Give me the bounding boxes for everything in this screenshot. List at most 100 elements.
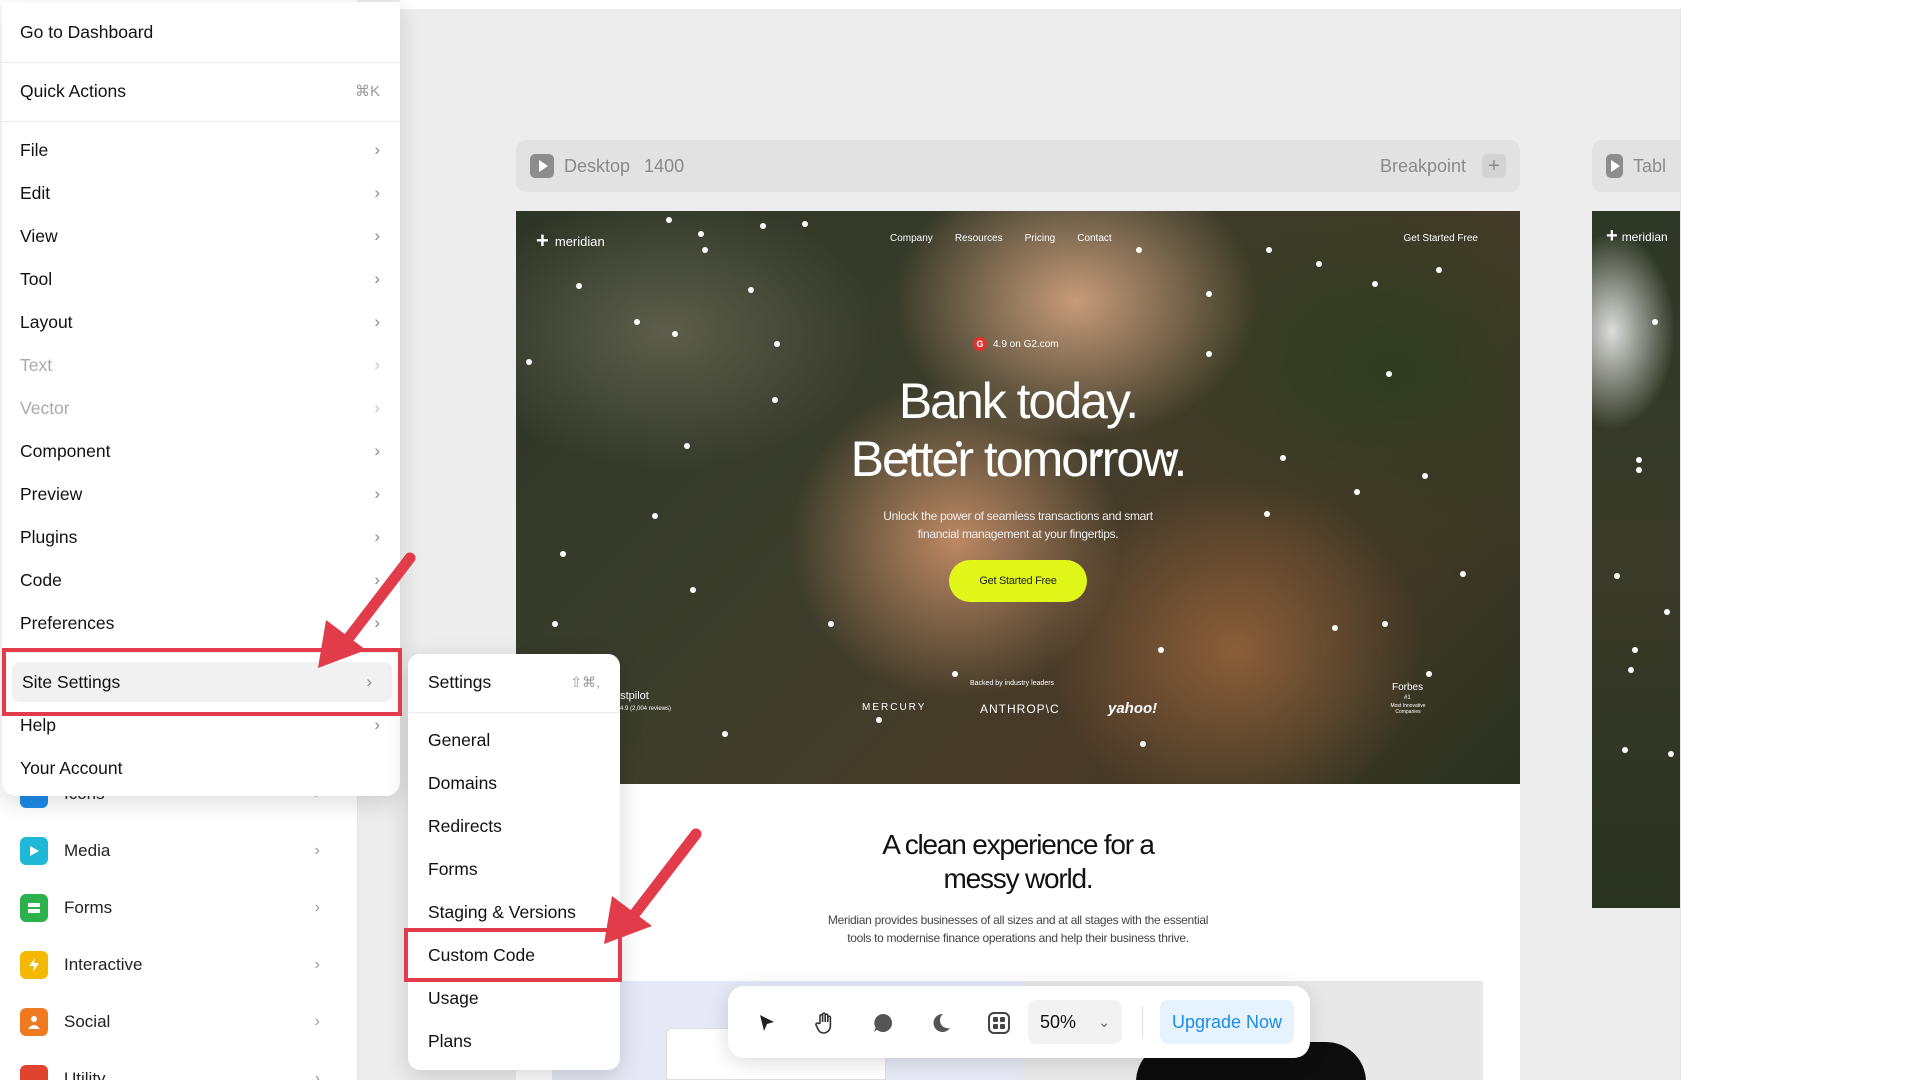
hero-section: + meridian Company Resources Pricing Con… <box>516 211 1520 784</box>
shortcut-label: ⇧⌘, <box>570 673 600 690</box>
chevron-right-icon: › <box>314 842 320 859</box>
tablet-preview: + meridian <box>1592 211 1680 908</box>
chevron-right-icon: › <box>314 956 320 973</box>
trustpilot-reviews: 4.9 (2,004 reviews) <box>620 706 672 712</box>
select-tool-icon[interactable] <box>748 1004 786 1042</box>
frame-name: Tabl <box>1632 155 1666 176</box>
menu-item-file[interactable]: File › <box>2 130 400 170</box>
tablet-logo: + meridian <box>1606 225 1668 247</box>
chevron-right-icon: › <box>374 355 380 374</box>
forbes-subtitle: Most Innovative Companies <box>1390 703 1426 715</box>
nav-pricing[interactable]: Pricing <box>1025 233 1056 244</box>
menu-item-preview[interactable]: Preview › <box>2 474 400 514</box>
g2-rating: G 4.9 on G2.com <box>973 337 1059 351</box>
meridian-logo[interactable]: + meridian <box>536 228 605 254</box>
chevron-right-icon: › <box>374 527 380 546</box>
menu-item-quick-actions[interactable]: Quick Actions ⌘K <box>2 71 400 111</box>
menu-item-component[interactable]: Component › <box>2 431 400 471</box>
chevron-right-icon: › <box>374 140 380 159</box>
play-icon[interactable] <box>530 154 554 178</box>
breakpoint-label[interactable]: Breakpoint <box>1380 156 1466 177</box>
menu-item-go-to-dashboard[interactable]: Go to Dashboard <box>2 12 400 52</box>
hand-tool-icon[interactable] <box>806 1004 844 1042</box>
chevron-down-icon: ⌄ <box>1098 1013 1110 1030</box>
play-icon[interactable] <box>1606 154 1623 178</box>
submenu-item-forms[interactable]: Forms <box>408 849 620 889</box>
chevron-right-icon: › <box>314 1013 320 1030</box>
submenu-item-general[interactable]: General <box>408 720 620 760</box>
menu-item-tool[interactable]: Tool › <box>2 259 400 299</box>
shortcut-label: ⌘K <box>354 83 380 100</box>
forms-category-icon <box>20 894 48 922</box>
nav-resources[interactable]: Resources <box>955 233 1003 244</box>
submenu-item-redirects[interactable]: Redirects <box>408 806 620 846</box>
upgrade-now-button[interactable]: Upgrade Now <box>1160 1000 1294 1044</box>
chevron-right-icon: › <box>374 398 380 417</box>
lightning-icon <box>20 951 48 979</box>
menu-divider <box>2 121 400 122</box>
arrow-to-custom-code <box>604 828 702 944</box>
menu-item-vector: Vector › <box>20 397 380 418</box>
nav-contact[interactable]: Contact <box>1077 233 1111 244</box>
menu-item-view[interactable]: View › <box>2 216 400 256</box>
hero-get-started-button[interactable]: Get Started Free <box>949 560 1087 602</box>
yahoo-logo: yahoo! <box>1108 700 1158 717</box>
chevron-right-icon: › <box>374 226 380 245</box>
nav-get-started-button[interactable]: Get Started Free <box>1404 233 1478 244</box>
menu-divider <box>2 62 400 63</box>
menu-item-your-account[interactable]: Your Account <box>2 748 400 788</box>
insert-item-interactive[interactable]: Interactive › <box>20 945 330 985</box>
g2-icon: G <box>973 337 987 351</box>
bottom-toolbar: 50% ⌄ Upgrade Now <box>728 986 1310 1058</box>
chevron-right-icon: › <box>374 312 380 331</box>
zoom-dropdown[interactable]: 50% ⌄ <box>1028 1000 1122 1044</box>
arrow-to-site-settings <box>318 552 416 668</box>
dark-mode-icon[interactable] <box>922 1004 960 1042</box>
highlight-box-custom-code <box>404 928 622 982</box>
menu-item-text: Text › <box>20 354 380 375</box>
meridian-logo-icon: + <box>1606 225 1618 247</box>
insert-item-social[interactable]: Social › <box>20 1002 330 1042</box>
desktop-frame-header[interactable]: Desktop 1400 Breakpoint + <box>516 140 1520 192</box>
chevron-right-icon: › <box>374 441 380 460</box>
utility-category-icon <box>20 1065 48 1080</box>
anthropic-logo: ANTHROP\C <box>980 702 1060 716</box>
user-icon <box>20 1008 48 1036</box>
chevron-right-icon: › <box>374 715 380 734</box>
submenu-item-staging-versions[interactable]: Staging & Versions <box>408 892 620 932</box>
menu-item-edit[interactable]: Edit › <box>2 173 400 213</box>
hero-subtitle: Unlock the power of seamless transaction… <box>883 509 1153 541</box>
toolbar-divider <box>1142 1006 1143 1038</box>
insert-item-forms[interactable]: Forms › <box>20 888 330 928</box>
frame-width: 1400 <box>644 155 685 176</box>
submenu-item-domains[interactable]: Domains <box>408 763 620 803</box>
chevron-right-icon: › <box>314 1070 320 1080</box>
menu-item-layout[interactable]: Layout › <box>2 302 400 342</box>
add-breakpoint-icon[interactable]: + <box>1482 154 1506 178</box>
frame-name: Desktop <box>564 155 631 176</box>
nav-company[interactable]: Company <box>890 233 933 244</box>
hero-logo-strip: Trustpilot 4.9 (2,004 reviews) Backed by… <box>516 680 1520 746</box>
hero-headline-line-2: Better tomorrow. <box>850 431 1188 487</box>
media-category-icon <box>20 837 48 865</box>
hero-headline-line-1: Bank today. <box>898 373 1139 429</box>
insert-item-utility[interactable]: Utility › <box>20 1059 330 1080</box>
chevron-right-icon: › <box>374 484 380 503</box>
chevron-right-icon: › <box>374 269 380 288</box>
chevron-right-icon: › <box>314 899 320 916</box>
submenu-item-usage[interactable]: Usage <box>408 978 620 1018</box>
forbes-rank: #1 <box>1404 695 1411 701</box>
tablet-frame-header[interactable]: Tabl <box>1592 140 1680 192</box>
right-properties-panel <box>1680 9 1920 1080</box>
site-settings-submenu: Settings ⇧⌘, General Domains Redirects F… <box>408 654 620 1070</box>
component-grid-icon[interactable] <box>980 1004 1018 1042</box>
comment-tool-icon[interactable] <box>864 1004 902 1042</box>
submenu-divider <box>408 712 620 713</box>
insert-item-media[interactable]: Media › <box>20 831 330 871</box>
chevron-right-icon: › <box>374 183 380 202</box>
backed-by-label: Backed by industry leaders <box>970 680 1055 687</box>
mercury-logo: MERCURY <box>862 702 927 713</box>
submenu-item-settings[interactable]: Settings ⇧⌘, <box>408 662 620 702</box>
forbes-logo: Forbes <box>1392 682 1424 693</box>
submenu-item-plans[interactable]: Plans <box>408 1021 620 1061</box>
